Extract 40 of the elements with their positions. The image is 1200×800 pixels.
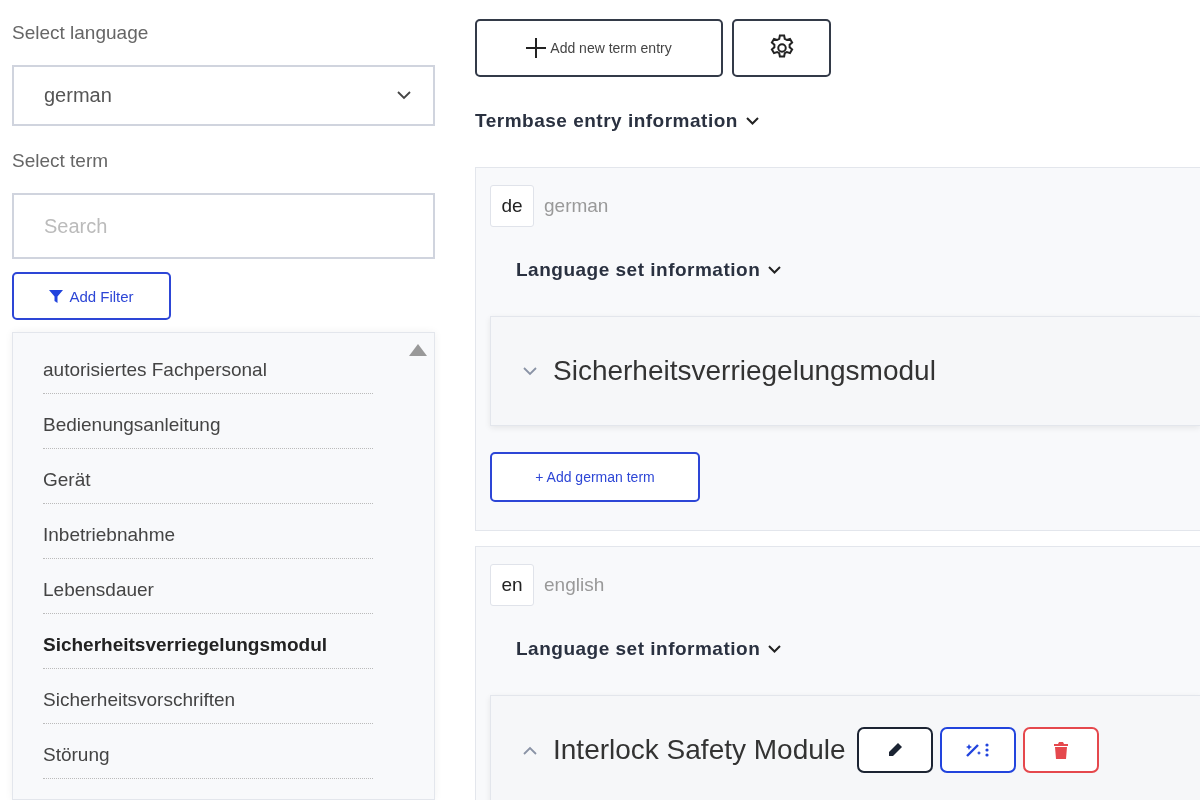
edit-button[interactable] <box>856 727 933 773</box>
term-item[interactable]: Störung <box>43 744 373 779</box>
term-item[interactable]: autorisiertes Fachpersonal <box>43 359 373 394</box>
language-name: english <box>544 574 605 596</box>
field-label: Select language <box>12 22 150 45</box>
filter-icon <box>49 289 64 303</box>
add-filter-button[interactable]: Add Filter <box>12 272 171 320</box>
term-item[interactable]: Lebensdauer <box>43 579 373 614</box>
pencil-icon <box>886 742 903 758</box>
add-entry-button[interactable]: Add new term entry <box>475 19 723 77</box>
term-item[interactable]: Bedienungsanleitung <box>43 414 373 449</box>
magic-wand-icon <box>964 742 991 758</box>
chevron-down-icon <box>397 90 411 100</box>
language-code: en <box>490 564 534 606</box>
settings-button[interactable] <box>732 19 831 77</box>
term-item[interactable]: Gerät <box>43 469 373 504</box>
chevron-down-icon <box>768 645 782 653</box>
field-label: Select term <box>12 150 110 174</box>
scroll-up-icon[interactable] <box>409 344 427 356</box>
delete-button[interactable] <box>1022 727 1099 773</box>
chevron-down-icon <box>745 117 759 125</box>
language-set-info-toggle[interactable]: Language set information <box>516 638 1200 660</box>
chevron-down-icon[interactable] <box>523 366 537 376</box>
chevron-up-icon[interactable] <box>523 745 537 755</box>
entry-info-toggle[interactable]: Termbase entry information <box>475 110 759 132</box>
term-text: Interlock Safety Module <box>553 734 846 766</box>
search-field[interactable]: Search <box>12 192 435 260</box>
term-item[interactable]: Sicherheitsvorschriften <box>43 689 373 724</box>
term-item[interactable]: Inbetriebnahme <box>43 524 373 559</box>
term-text: Sicherheitsverriegelungsmodul <box>553 355 936 387</box>
term-item[interactable]: Sicherheitsverriegelungsmodul <box>43 634 373 669</box>
language-name: german <box>544 195 609 217</box>
language-select[interactable]: german <box>12 64 435 127</box>
chevron-down-icon <box>768 266 782 274</box>
plus-icon <box>526 38 547 58</box>
language-set-info-toggle[interactable]: Language set information <box>516 259 1200 281</box>
trash-icon <box>1053 741 1068 759</box>
language-code: de <box>490 185 534 227</box>
add-term-button[interactable]: + Add german term <box>490 452 700 502</box>
magic-wand-button[interactable] <box>939 727 1016 773</box>
